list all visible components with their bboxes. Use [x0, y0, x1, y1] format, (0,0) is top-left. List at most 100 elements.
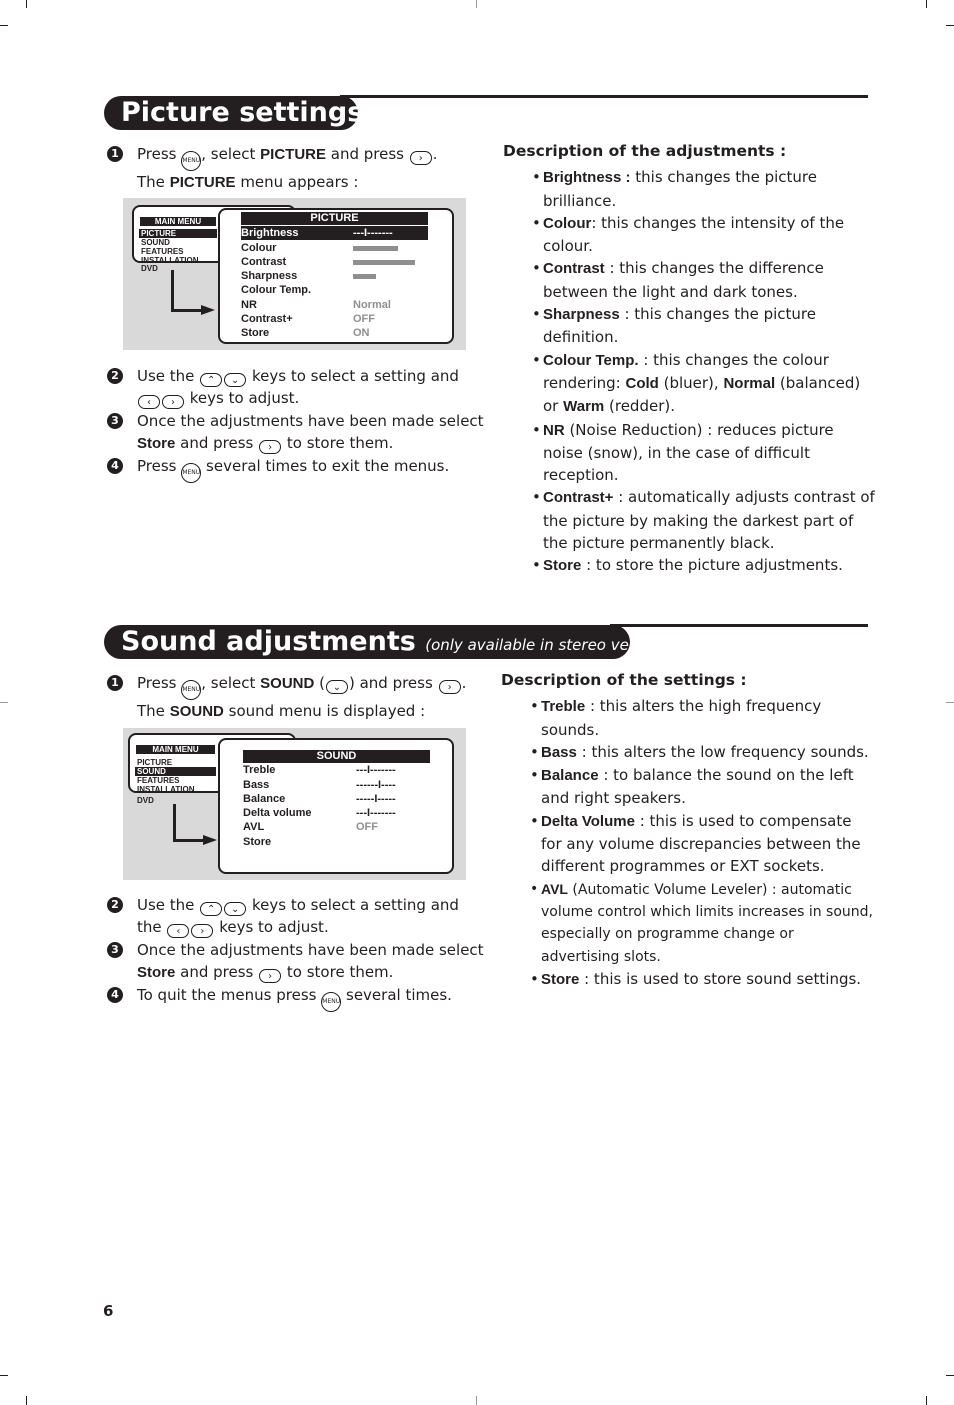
step-text: Use the [137, 367, 195, 385]
submenu-row-sharpness[interactable]: Sharpness [241, 269, 297, 283]
submenu-row-nr[interactable]: NR Normal [241, 298, 428, 312]
submenu-row-colour-temp[interactable]: Colour Temp. [241, 283, 311, 297]
step-text: menu appears : [240, 173, 359, 191]
main-menu-item-picture[interactable]: PICTURE [139, 229, 217, 238]
step-text: keys to select a setting and [251, 896, 459, 914]
row-value: Normal [353, 299, 391, 311]
step-text: Once the adjustments have been made sele… [137, 411, 484, 430]
step-text: to store them. [286, 962, 394, 981]
sound-submenu-box: SOUND Treble ---I------- Bass ------I---- … [218, 738, 454, 874]
menu-key-icon: MENU [181, 680, 202, 700]
step-4: 4 To quit the menus press MENU several t… [107, 984, 487, 1013]
submenu-row-treble[interactable]: Treble ---I------- [243, 763, 430, 777]
crop-mark [0, 1375, 8, 1376]
step-text: and press [180, 962, 254, 981]
step-text: several times. [346, 986, 452, 1005]
desc-text: : to store the picture adjustments. [581, 556, 843, 575]
desc-term: Normal [723, 374, 776, 392]
submenu-row-brightness[interactable]: Brightness ---I------- [241, 226, 428, 240]
description-title: Description of the adjustments : [503, 142, 787, 160]
arrow-head-icon [203, 835, 217, 845]
crop-mark [946, 1375, 954, 1376]
sound-osd-panel: MAIN MENU PICTURE SOUND FEATURES INSTALL… [123, 728, 466, 880]
submenu-row-bass[interactable]: Bass ------I---- [243, 778, 430, 792]
submenu-row-store[interactable]: Store ON [241, 326, 428, 340]
main-menu-item-sound[interactable]: SOUND [139, 238, 170, 247]
desc-item: AVL (Automatic Volume Leveler) : automat… [501, 878, 873, 968]
sound-steps: 1 Press MENU, select SOUND (⌄) and press… [107, 672, 487, 723]
desc-item: Balance : to balance the sound on the le… [501, 764, 873, 810]
desc-term: NR [543, 421, 565, 439]
step-text: The [137, 173, 165, 191]
step-4: 4 Press MENU several times to exit the m… [107, 455, 487, 484]
down-key-icon: ⌄ [224, 902, 247, 916]
step-bold: Store [137, 434, 176, 452]
row-label: AVL [243, 821, 265, 833]
step-bold: SOUND [169, 703, 224, 720]
submenu-row-contrast-plus[interactable]: Contrast+ OFF [241, 312, 428, 326]
crop-mark [926, 0, 927, 8]
submenu-row-avl[interactable]: AVL OFF [243, 820, 430, 834]
desc-text: : this is used to store sound settings. [579, 969, 862, 988]
picture-title-text: Picture settings [121, 97, 364, 128]
step-3: 3 Once the adjustments have been made se… [107, 410, 487, 456]
step-bold: SOUND [260, 675, 315, 692]
submenu-row-colour[interactable]: Colour [241, 241, 276, 255]
contrast-level-bar [353, 260, 415, 265]
page-number: 6 [103, 1302, 114, 1320]
desc-term: Store [543, 557, 582, 575]
desc-text: (Automatic Volume Leveler) : automatic v… [541, 881, 873, 965]
sound-title-text: Sound adjustments [121, 626, 416, 657]
main-menu-item-dvd[interactable]: DVD [135, 796, 154, 805]
desc-item: Treble : this alters the high frequency … [501, 695, 873, 741]
step-text: ) and press [348, 674, 433, 692]
crop-mark [926, 1396, 927, 1405]
desc-item: Bass : this alters the low frequency sou… [501, 741, 873, 764]
step-bold: Store [137, 963, 176, 981]
main-menu-item-sound[interactable]: SOUND [135, 767, 216, 776]
row-label: Sharpness [241, 270, 298, 282]
main-menu-item-features[interactable]: FEATURES [135, 776, 180, 785]
main-menu-title: MAIN MENU [136, 745, 215, 754]
right-key-icon: › [259, 439, 282, 454]
desc-term: Balance [541, 767, 599, 785]
crop-mark [476, 0, 477, 8]
menu-key-icon: MENU [181, 463, 202, 484]
main-menu-item-features[interactable]: FEATURES [139, 247, 184, 256]
main-menu-item-installation[interactable]: INSTALLATION [135, 785, 194, 794]
row-label: Contrast [241, 256, 287, 268]
row-value: OFF [356, 821, 378, 833]
step-text: . [461, 674, 467, 692]
arrow-connector [171, 309, 201, 312]
desc-term: Bass [541, 743, 577, 761]
desc-text: : this alters the low frequency sounds. [576, 742, 869, 761]
submenu-row-delta-volume[interactable]: Delta volume ---I------- [243, 806, 430, 820]
submenu-row-balance[interactable]: Balance -----I----- [243, 792, 430, 806]
step-text: keys to adjust. [219, 918, 329, 937]
sound-steps-continued: 2 Use the ⌃ ⌄ keys to select a setting an… [107, 894, 487, 1013]
desc-item: Store : to store the picture adjustments… [503, 554, 875, 577]
desc-text: (bluer), [658, 373, 724, 392]
up-key-icon: ⌃ [200, 902, 223, 916]
row-value: ---I------- [356, 807, 396, 819]
submenu-row-contrast[interactable]: Contrast [241, 255, 286, 269]
desc-term: Contrast+ [543, 489, 614, 507]
submenu-row-store[interactable]: Store [243, 835, 430, 849]
desc-term: Store [541, 970, 580, 988]
main-menu-item-picture[interactable]: PICTURE [135, 758, 172, 767]
step-text: Press [137, 145, 177, 163]
arrow-head-icon [201, 305, 215, 315]
sound-description: Description of the settings : Treble : t… [501, 669, 873, 991]
step-3: 3 Once the adjustments have been made se… [107, 939, 487, 985]
up-key-icon: ⌃ [200, 373, 223, 387]
colour-level-bar [353, 246, 398, 251]
desc-term: Treble [541, 698, 586, 716]
sharpness-level-bar [353, 274, 376, 279]
desc-term: Contrast [543, 260, 605, 278]
step-2: 2 Use the ⌃ ⌄ keys to select a setting an… [107, 894, 487, 939]
main-menu-item-dvd[interactable]: DVD [139, 264, 158, 273]
step-text: , select [201, 674, 256, 692]
section-rule [610, 624, 868, 627]
step-text: Use the [137, 896, 195, 914]
step-text: Press [137, 674, 177, 692]
